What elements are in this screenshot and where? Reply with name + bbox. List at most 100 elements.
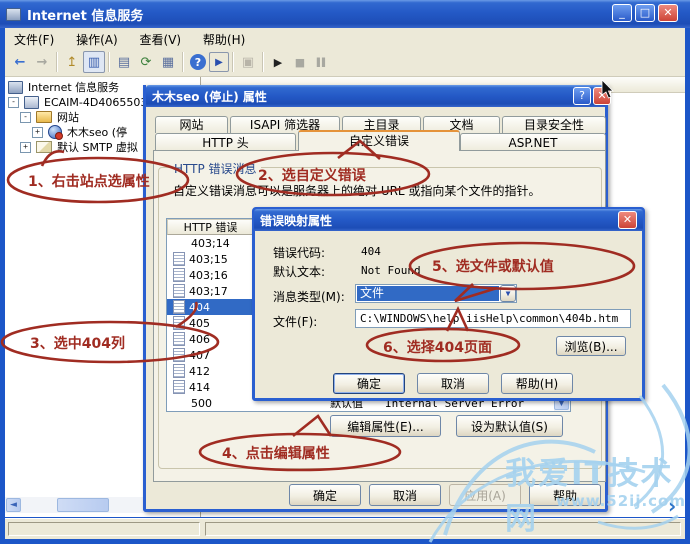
annotation-2: 2、选自定义错误 (258, 168, 366, 184)
scroll-left-icon[interactable]: ◄ (6, 498, 21, 512)
maximize-button[interactable]: □ (635, 4, 655, 22)
computer-icon (24, 95, 39, 109)
document-icon (173, 348, 185, 362)
toolbar-separator (108, 52, 110, 72)
file-path-input[interactable]: C:\WINDOWS\help\iisHelp\common\404b.htm (355, 309, 631, 328)
document-icon (173, 364, 185, 378)
window-icon (6, 7, 21, 21)
cancel-button[interactable]: 取消 (369, 484, 441, 506)
tree-item-site[interactable]: + 木木seo (停 (32, 124, 127, 140)
message-type-value: 文件 (357, 286, 499, 301)
back-icon[interactable]: ← (9, 51, 31, 73)
document-icon (173, 380, 185, 394)
tree-item-label: 木木seo (停 (67, 126, 128, 139)
smtp-icon (36, 141, 52, 153)
tree-item-computer[interactable]: - ECAIM-4D4065503 ( (8, 94, 155, 110)
annotation-6: 6、选择404页面 (383, 340, 492, 356)
toolbar-separator (262, 52, 264, 72)
screenshot-root: { "window": { "title": "Internet 信息服务", … (0, 0, 690, 544)
annotation-1: 1、右击站点选属性 (28, 174, 150, 190)
message-type-label: 消息类型(M): (273, 290, 345, 304)
watermark-url: www.52ij.com (556, 492, 686, 510)
annotation-3: 3、选中404列 (30, 336, 125, 352)
collapse-icon[interactable]: - (8, 96, 19, 108)
toolbar-separator (182, 52, 184, 72)
minimize-button[interactable]: _ (612, 4, 632, 22)
error-help-button[interactable]: 帮助(H) (501, 373, 573, 394)
file-label: 文件(F): (273, 315, 318, 329)
browse-button[interactable]: 浏览(B)... (556, 336, 626, 356)
tab-aspnet[interactable]: ASP.NET (460, 133, 606, 151)
error-ok-button[interactable]: 确定 (333, 373, 405, 394)
default-text-label: 默认文本: (273, 265, 326, 279)
website-icon (48, 125, 63, 140)
collapse-icon[interactable]: - (20, 111, 31, 123)
tab-custom-errors[interactable]: 自定义错误 (298, 130, 460, 151)
toolbar: ← → ↥ ▥ ▤ ⟳ ▦ ? ▶ ▣ ▶ ■ ▌▌ (5, 48, 685, 77)
iis-root-icon (8, 80, 23, 94)
annotation-5: 5、选文件或默认值 (432, 259, 554, 275)
error-dialog-close-icon[interactable]: ✕ (618, 211, 637, 229)
pause-item-icon: ▌▌ (316, 57, 328, 67)
help-icon[interactable]: ? (190, 54, 206, 70)
folder-icon (36, 111, 52, 123)
document-icon (173, 332, 185, 346)
file-path-value: C:\WINDOWS\help\iisHelp\common\404b.htm (360, 312, 619, 325)
stop-item-icon: ■ (294, 55, 306, 69)
start-item-icon[interactable]: ▶ (267, 51, 289, 73)
error-cancel-button[interactable]: 取消 (417, 373, 489, 394)
tree-item-label: Internet 信息服务 (28, 81, 120, 94)
properties-icon[interactable]: ▤ (113, 51, 135, 73)
window-titlebar[interactable]: Internet 信息服务 (0, 0, 690, 28)
tab-website[interactable]: 网站 (155, 116, 228, 133)
remote-computer-icon: ▣ (241, 54, 255, 70)
error-code-label: 错误代码: (273, 246, 326, 260)
tab-directory-security[interactable]: 目录安全性 (502, 116, 606, 133)
expand-icon[interactable]: + (32, 126, 43, 138)
action-pane-icon[interactable]: ▶ (209, 52, 229, 72)
group-description: 自定义错误消息可以是服务器上的绝对 URL 或指向某个文件的指针。 (173, 184, 541, 198)
toolbar-separator (232, 52, 234, 72)
tree-item-label: 默认 SMTP 虚拟 (57, 141, 138, 154)
tree-item-label: 网站 (57, 111, 79, 124)
export-list-icon[interactable]: ▦ (157, 51, 179, 73)
ok-button[interactable]: 确定 (289, 484, 361, 506)
dialog-close-icon[interactable]: ✕ (593, 87, 611, 105)
document-icon (173, 316, 185, 330)
document-icon (173, 268, 185, 282)
document-icon (173, 252, 185, 266)
error-code-value: 404 (361, 245, 381, 258)
show-tree-icon[interactable]: ▥ (83, 51, 105, 73)
dialog-titlebar[interactable]: 木木seo (停止) 属性 (146, 85, 605, 107)
error-dialog-title: 错误映射属性 (260, 213, 333, 228)
close-button[interactable]: ✕ (658, 4, 678, 22)
dialog-help-icon[interactable]: ? (573, 87, 591, 105)
window-title: Internet 信息服务 (27, 8, 144, 24)
watermark-arrow: › (668, 494, 677, 518)
tree-item-smtp[interactable]: + 默认 SMTP 虚拟 (20, 139, 138, 155)
document-icon (173, 300, 185, 314)
forward-icon[interactable]: → (31, 51, 53, 73)
chevron-down-icon[interactable]: ▼ (500, 285, 516, 302)
status-panel-left (8, 522, 200, 536)
tree-item-label: ECAIM-4D4065503 ( (44, 95, 156, 109)
toolbar-separator (56, 52, 58, 72)
scroll-thumb[interactable] (57, 498, 109, 512)
expand-icon[interactable]: + (20, 141, 31, 153)
tree-item-root[interactable]: Internet 信息服务 (8, 79, 119, 95)
edit-properties-button[interactable]: 编辑属性(E)... (330, 415, 441, 437)
set-default-button[interactable]: 设为默认值(S) (456, 415, 563, 437)
tab-http-headers[interactable]: HTTP 头 (155, 133, 296, 151)
document-icon (173, 284, 185, 298)
default-text-value: Not Found (361, 264, 421, 277)
error-mapping-dialog: 错误映射属性 ✕ 错误代码: 404 默认文本: Not Found 消息类型(… (252, 207, 645, 401)
error-dialog-titlebar[interactable]: 错误映射属性 (254, 209, 643, 231)
dialog-title: 木木seo (停止) 属性 (152, 89, 267, 104)
message-type-dropdown[interactable]: 文件 ▼ (355, 284, 517, 303)
up-one-level-icon[interactable]: ↥ (61, 51, 83, 73)
refresh-icon[interactable]: ⟳ (135, 51, 157, 73)
group-label: HTTP 错误消息 (170, 160, 261, 177)
list-header-http-error[interactable]: HTTP 错误 (167, 219, 254, 235)
annotation-4: 4、点击编辑属性 (222, 446, 330, 462)
tree-item-websites[interactable]: - 网站 (20, 109, 79, 125)
